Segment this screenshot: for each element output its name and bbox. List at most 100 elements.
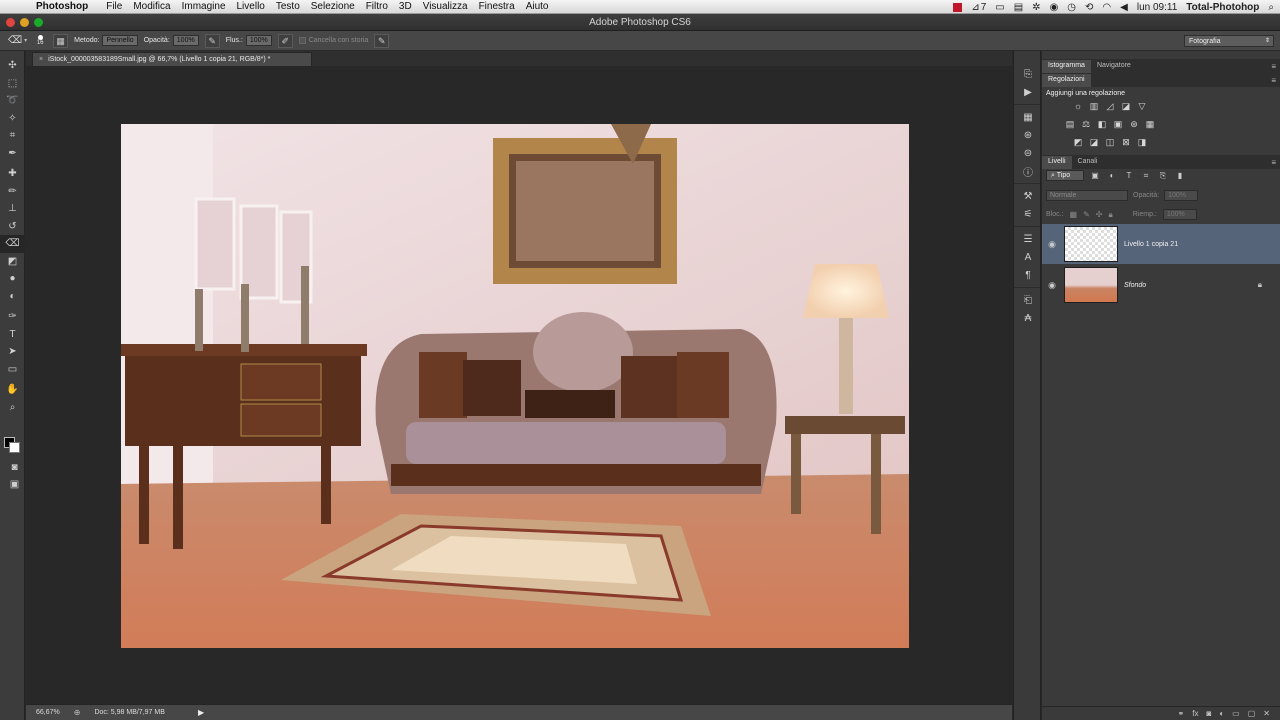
- info-panel-icon[interactable]: ⓘ: [1014, 162, 1042, 180]
- brush-panel-icon[interactable]: ⚟: [1014, 205, 1042, 223]
- levels-icon[interactable]: ▥: [1088, 101, 1100, 112]
- doc-size-info[interactable]: Doc: 5,98 MB/7,97 MB: [94, 709, 164, 716]
- brightness-icon[interactable]: ☼: [1072, 101, 1084, 112]
- close-tab-icon[interactable]: ×: [39, 56, 43, 63]
- app-status-icon[interactable]: [953, 2, 963, 12]
- tool-preset-picker[interactable]: ⌫ ▾: [8, 35, 27, 46]
- glyph-panel-icon[interactable]: ₳: [1014, 309, 1042, 327]
- layer-comps-icon[interactable]: ☰: [1014, 230, 1042, 248]
- fill-field[interactable]: 100%: [1162, 209, 1197, 220]
- quick-mask-icon[interactable]: ◙: [2, 459, 27, 476]
- panel-menu-icon[interactable]: ≡: [1271, 158, 1276, 167]
- lasso-tool-icon[interactable]: ➰: [0, 92, 25, 110]
- brush-panel-toggle[interactable]: ▦: [53, 33, 69, 48]
- tab-layers[interactable]: Livelli: [1042, 156, 1072, 169]
- posterize-icon[interactable]: ◪: [1088, 137, 1100, 148]
- pressure-opacity-icon[interactable]: ✎: [204, 33, 220, 48]
- selective-color-icon[interactable]: ⊠: [1120, 137, 1132, 148]
- path-selection-tool-icon[interactable]: ➤: [0, 343, 25, 361]
- lock-all-icon[interactable]: 🔒︎: [1108, 210, 1112, 220]
- tab-navigator[interactable]: Navigatore: [1091, 60, 1137, 73]
- settings-icon[interactable]: ✲: [1032, 2, 1040, 13]
- rectangle-tool-icon[interactable]: ▭: [0, 361, 25, 379]
- history-panel-icon[interactable]: ⎘: [1014, 65, 1042, 83]
- paragraph-panel-icon[interactable]: ¶: [1014, 266, 1042, 284]
- spotlight-icon[interactable]: ⌕: [1268, 2, 1274, 13]
- flow-field[interactable]: 100%: [245, 35, 272, 46]
- add-mask-icon[interactable]: ◙: [1206, 709, 1211, 718]
- history-brush-tool-icon[interactable]: ↺: [0, 218, 25, 236]
- hue-saturation-icon[interactable]: ▤: [1064, 119, 1076, 130]
- brush-presets-icon[interactable]: ⚒: [1014, 187, 1042, 205]
- character-panel-icon[interactable]: A: [1014, 248, 1042, 266]
- color-balance-icon[interactable]: ⚖: [1080, 119, 1092, 130]
- layer-row[interactable]: ◉ Sfondo 🔒︎: [1042, 265, 1280, 305]
- menu-selezione[interactable]: Selezione: [311, 1, 363, 12]
- filter-type-icon[interactable]: T: [1123, 171, 1135, 180]
- layer-row[interactable]: ◉ Livello 1 copia 21: [1042, 224, 1280, 264]
- layer-name[interactable]: Livello 1 copia 21: [1124, 241, 1178, 248]
- color-lookup-icon[interactable]: ▦: [1144, 119, 1156, 130]
- status-menu-arrow-icon[interactable]: ▶: [198, 708, 204, 717]
- blur-tool-icon[interactable]: ●: [0, 270, 25, 288]
- opacity-field[interactable]: 100%: [172, 35, 199, 46]
- new-group-icon[interactable]: ▭: [1232, 709, 1240, 718]
- screen-icon[interactable]: ▭: [995, 2, 1004, 13]
- menu-testo[interactable]: Testo: [276, 1, 308, 12]
- time-machine-icon[interactable]: ◷: [1067, 2, 1076, 13]
- curves-icon[interactable]: ◿: [1104, 101, 1116, 112]
- lock-transparent-icon[interactable]: ▦: [1070, 210, 1078, 219]
- menu-immagine[interactable]: Immagine: [182, 1, 234, 12]
- hand-tool-icon[interactable]: ✋: [0, 381, 25, 399]
- actions-panel-icon[interactable]: ▶: [1014, 83, 1042, 101]
- filter-smart-object-icon[interactable]: ⎘: [1157, 171, 1169, 181]
- lock-position-icon[interactable]: ✣: [1096, 210, 1103, 219]
- blend-mode-select[interactable]: Normale: [1046, 190, 1128, 201]
- tab-histogram[interactable]: Istogramma: [1042, 60, 1091, 73]
- app-menu[interactable]: Photoshop: [36, 1, 96, 12]
- sync-icon[interactable]: ⟲: [1085, 2, 1093, 13]
- menu-livello[interactable]: Livello: [237, 1, 273, 12]
- zoom-window-button[interactable]: [34, 18, 43, 27]
- panel-menu-icon[interactable]: ≡: [1271, 76, 1276, 85]
- dodge-tool-icon[interactable]: ◐: [0, 288, 25, 306]
- clone-stamp-tool-icon[interactable]: ⊥: [0, 200, 25, 218]
- invert-icon[interactable]: ◩: [1072, 137, 1084, 148]
- filter-pixel-icon[interactable]: ▣: [1089, 171, 1101, 180]
- threshold-icon[interactable]: ◫: [1104, 137, 1116, 148]
- tab-channels[interactable]: Canali: [1072, 156, 1104, 169]
- brush-picker[interactable]: 16: [33, 35, 47, 46]
- menu-visualizza[interactable]: Visualizza: [423, 1, 476, 12]
- brush-tool-icon[interactable]: ✏: [0, 183, 25, 201]
- eraser-tool-icon[interactable]: ⌫: [0, 235, 25, 253]
- close-window-button[interactable]: [6, 18, 15, 27]
- pressure-size-icon[interactable]: ✎: [374, 33, 390, 48]
- link-layers-icon[interactable]: ⚭: [1178, 709, 1185, 718]
- tab-adjustments[interactable]: Regolazioni: [1042, 74, 1091, 87]
- black-white-icon[interactable]: ◧: [1096, 119, 1108, 130]
- adobe-icon[interactable]: ⊿ 7: [971, 2, 986, 13]
- wifi-icon[interactable]: ◠: [1102, 2, 1111, 13]
- channels-panel-icon[interactable]: ⊜: [1014, 144, 1042, 162]
- clock[interactable]: lun 09:11: [1137, 2, 1177, 13]
- volume-icon[interactable]: ◀: [1120, 2, 1128, 13]
- status-export-icon[interactable]: ⊕: [74, 708, 81, 717]
- menu-file[interactable]: File: [106, 1, 130, 12]
- channel-mixer-icon[interactable]: ⊛: [1128, 119, 1140, 130]
- layer-name[interactable]: Sfondo: [1124, 282, 1146, 289]
- menu-modifica[interactable]: Modifica: [133, 1, 178, 12]
- vibrance-icon[interactable]: ▽: [1136, 101, 1148, 112]
- move-tool-icon[interactable]: ✣: [0, 57, 25, 75]
- type-tool-icon[interactable]: T: [0, 326, 25, 344]
- new-layer-icon[interactable]: ▢: [1248, 709, 1256, 718]
- background-color-swatch[interactable]: [9, 442, 20, 453]
- menu-filtro[interactable]: Filtro: [366, 1, 396, 12]
- zoom-level[interactable]: 66,67%: [36, 709, 60, 716]
- new-adjustment-icon[interactable]: ◐: [1219, 709, 1224, 718]
- marquee-tool-icon[interactable]: ⬚: [0, 75, 25, 93]
- airbrush-icon[interactable]: ✐: [277, 33, 293, 48]
- photo-filter-icon[interactable]: ▣: [1112, 119, 1124, 130]
- menu-3d[interactable]: 3D: [399, 1, 420, 12]
- workspace-select[interactable]: Fotografia ⇕: [1184, 35, 1274, 47]
- status-icon[interactable]: ◉: [1050, 2, 1059, 13]
